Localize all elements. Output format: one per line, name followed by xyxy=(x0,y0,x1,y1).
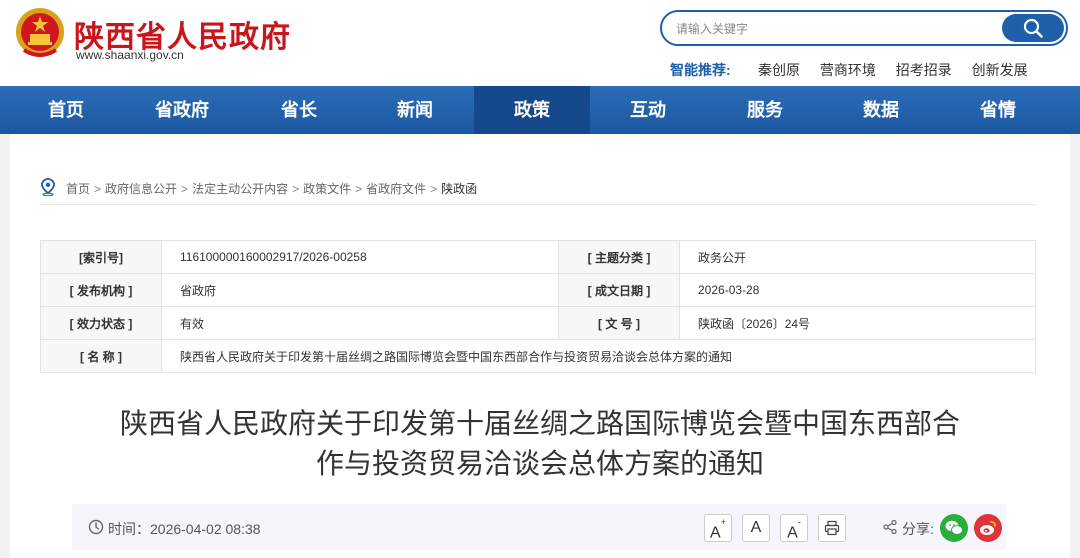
content-panel: 首页 > 政府信息公开 > 法定主动公开内容 > 政策文件 > 省政府文件 > 陕政函 [索引号] … xyxy=(10,134,1070,558)
breadcrumb-trail: 首页 > 政府信息公开 > 法定主动公开内容 > 政策文件 > 省政府文件 > 陕政函 xyxy=(66,180,477,197)
breadcrumb-gov-docs[interactable]: 省政府文件 xyxy=(366,182,426,196)
meta-docno-label: [ 文 号 ] xyxy=(558,306,680,340)
nav-policy[interactable]: 政策 xyxy=(474,86,590,134)
article-info-bar: 时间：2026-04-02 08:38 A+ A A- 分享: xyxy=(72,504,1006,550)
breadcrumb-current[interactable]: 陕政函 xyxy=(441,182,477,196)
table-row: [索引号] 116100000160002917/2026-00258 [ 主题… xyxy=(40,240,1036,274)
nav-services[interactable]: 服务 xyxy=(707,86,823,134)
breadcrumb-separator: > xyxy=(292,182,300,196)
meta-index-value: 116100000160002917/2026-00258 xyxy=(161,240,559,274)
font-smaller-label: A xyxy=(787,524,798,542)
table-row: [ 发布机构 ] 省政府 [ 成文日期 ] 2026-03-28 xyxy=(40,273,1036,307)
font-smaller-button[interactable]: A- xyxy=(780,514,808,542)
search-button[interactable] xyxy=(1002,14,1064,42)
search-input[interactable] xyxy=(674,18,998,40)
smart-link-innovation[interactable]: 创新发展 xyxy=(972,62,1028,78)
meta-date-label: [ 成文日期 ] xyxy=(558,273,680,307)
meta-date-value: 2026-03-28 xyxy=(679,273,1036,307)
meta-topic-value: 政务公开 xyxy=(679,240,1036,274)
print-button[interactable] xyxy=(818,514,846,542)
plus-icon: + xyxy=(720,517,726,527)
meta-publisher-value: 省政府 xyxy=(161,273,559,307)
article-title: 陕西省人民政府关于印发第十届丝绸之路国际博览会暨中国东西部合 作与投资贸易洽谈会… xyxy=(70,404,1010,484)
meta-name-value: 陕西省人民政府关于印发第十届丝绸之路国际博览会暨中国东西部合作与投资贸易洽谈会总… xyxy=(161,339,1036,373)
breadcrumb-separator: > xyxy=(181,182,189,196)
nav-news[interactable]: 新闻 xyxy=(357,86,473,134)
meta-publisher-label: [ 发布机构 ] xyxy=(40,273,162,307)
meta-docno-value: 陕政函〔2026〕24号 xyxy=(679,306,1036,340)
nav-interaction[interactable]: 互动 xyxy=(590,86,706,134)
smart-link-recruitment[interactable]: 招考招录 xyxy=(896,62,952,78)
main-nav: 首页 省政府 省长 新闻 政策 互动 服务 数据 省情 xyxy=(0,86,1080,134)
clock-icon xyxy=(88,519,104,535)
font-larger-button[interactable]: A+ xyxy=(704,514,732,542)
article-title-line1: 陕西省人民政府关于印发第十届丝绸之路国际博览会暨中国东西部合 xyxy=(119,407,960,440)
nav-home[interactable]: 首页 xyxy=(8,86,124,134)
nav-provincial-government[interactable]: 省政府 xyxy=(124,86,240,134)
search-box xyxy=(660,10,1068,46)
minus-icon: - xyxy=(797,517,801,527)
meta-status-label: [ 效力状态 ] xyxy=(40,306,162,340)
table-row: [ 效力状态 ] 有效 [ 文 号 ] 陕政函〔2026〕24号 xyxy=(40,306,1036,340)
meta-topic-label: [ 主题分类 ] xyxy=(558,240,680,274)
meta-index-label: [索引号] xyxy=(40,240,162,274)
share-icon xyxy=(883,519,897,535)
smart-link-qinchuangyuan[interactable]: 秦创原 xyxy=(758,62,800,78)
smart-link-business-environment[interactable]: 营商环境 xyxy=(820,62,876,78)
breadcrumb-separator: > xyxy=(94,182,102,196)
smart-recommend-links: 秦创原 营商环境 招考招录 创新发展 xyxy=(758,60,1044,80)
site-url: www.shaanxi.gov.cn xyxy=(76,48,184,62)
font-normal-button[interactable]: A xyxy=(742,514,770,542)
share-label: 分享: xyxy=(902,521,934,537)
meta-name-label: [ 名 称 ] xyxy=(40,339,162,373)
breadcrumb-separator: > xyxy=(355,182,363,196)
printer-icon xyxy=(824,520,840,536)
site-header: 陕西省人民政府 www.shaanxi.gov.cn 智能推荐: 秦创原 营商环… xyxy=(0,0,1080,86)
article-title-line2: 作与投资贸易洽谈会总体方案的通知 xyxy=(315,447,764,480)
breadcrumb-separator: > xyxy=(430,182,438,196)
nav-data[interactable]: 数据 xyxy=(823,86,939,134)
breadcrumb-policy-docs[interactable]: 政策文件 xyxy=(303,182,351,196)
nav-province-info[interactable]: 省情 xyxy=(940,86,1056,134)
wechat-icon xyxy=(945,520,963,535)
nav-governor[interactable]: 省长 xyxy=(241,86,357,134)
wechat-share-button[interactable] xyxy=(940,514,968,542)
search-icon xyxy=(1023,18,1043,38)
smart-recommend-label: 智能推荐: xyxy=(670,62,731,78)
font-normal-label: A xyxy=(750,519,762,536)
publish-time: 时间：2026-04-02 08:38 xyxy=(108,521,261,537)
national-emblem-icon xyxy=(16,8,64,57)
weibo-icon xyxy=(980,521,996,535)
breadcrumb-statutory[interactable]: 法定主动公开内容 xyxy=(192,182,288,196)
weibo-share-button[interactable] xyxy=(974,514,1002,542)
table-row: [ 名 称 ] 陕西省人民政府关于印发第十届丝绸之路国际博览会暨中国东西部合作与… xyxy=(40,339,1036,373)
site-logo[interactable]: 陕西省人民政府 www.shaanxi.gov.cn xyxy=(14,6,334,66)
document-meta-table: [索引号] 116100000160002917/2026-00258 [ 主题… xyxy=(40,240,1036,373)
breadcrumb-gov-info[interactable]: 政府信息公开 xyxy=(105,182,177,196)
breadcrumb-home[interactable]: 首页 xyxy=(66,182,90,196)
font-larger-label: A xyxy=(710,524,721,542)
meta-status-value: 有效 xyxy=(161,306,559,340)
breadcrumb-divider xyxy=(40,204,1036,205)
location-pin-icon xyxy=(41,178,55,196)
